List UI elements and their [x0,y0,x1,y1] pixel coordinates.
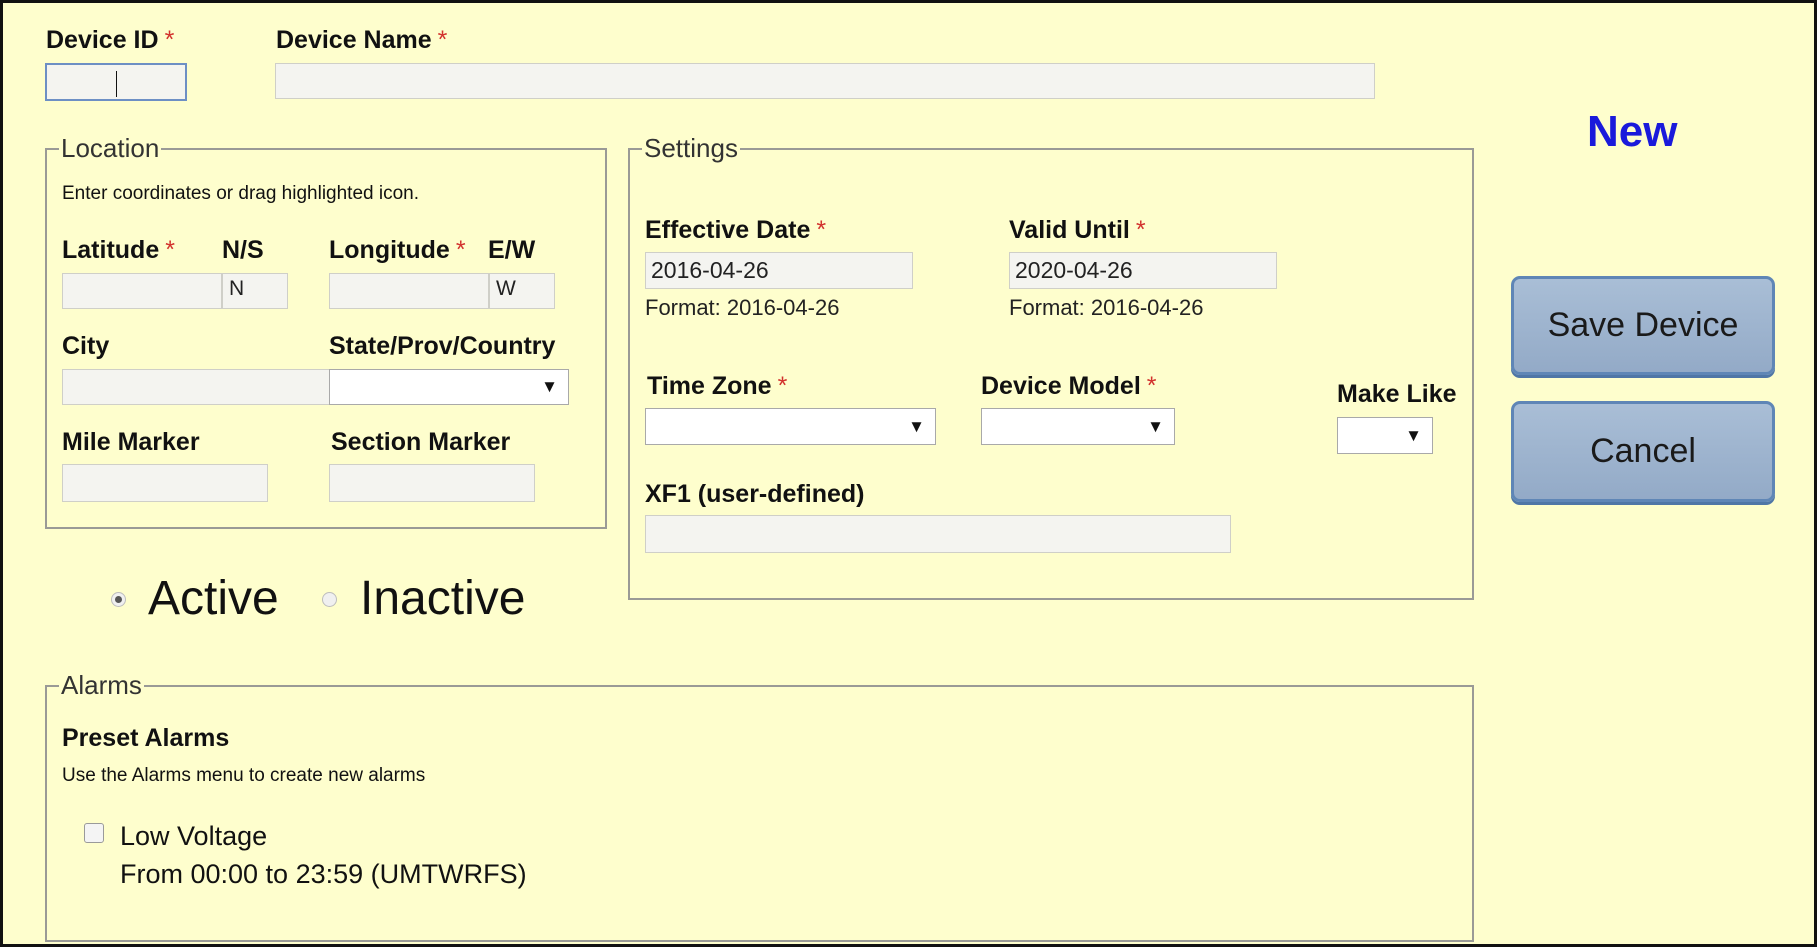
xf1-input[interactable] [645,515,1231,553]
chevron-down-icon: ▼ [1405,425,1422,445]
state-select[interactable]: ▼ [329,369,569,405]
preset-alarms-title: Preset Alarms [62,724,230,752]
ns-input[interactable]: N [222,273,288,309]
effective-date-input[interactable]: 2016-04-26 [645,252,913,289]
device-model-label: Device Model * [981,372,1157,400]
device-id-input[interactable] [45,63,187,101]
section-marker-label: Section Marker [331,428,511,456]
xf1-label: XF1 (user-defined) [645,480,865,508]
ew-input[interactable]: W [489,273,555,309]
device-name-input[interactable] [275,63,1375,99]
low-voltage-schedule: From 00:00 to 23:59 (UMTWRFS) [120,859,527,889]
longitude-label: Longitude * [329,236,466,264]
alarms-legend: Alarms [61,670,142,700]
inactive-radio[interactable] [322,592,337,607]
active-label[interactable]: Active [148,571,279,626]
text-cursor [116,70,117,97]
latitude-input[interactable] [62,273,222,309]
location-hint: Enter coordinates or drag highlighted ic… [62,183,420,204]
time-zone-select[interactable]: ▼ [645,408,936,445]
chevron-down-icon: ▼ [1147,416,1164,436]
city-label: City [62,332,110,360]
alarms-hint: Use the Alarms menu to create new alarms [62,765,426,786]
alarms-group: Alarms [45,670,1474,942]
device-id-label: Device ID * [46,26,175,54]
device-name-label: Device Name * [276,26,448,54]
settings-legend: Settings [644,133,738,163]
latitude-label: Latitude * [62,236,175,264]
chevron-down-icon: ▼ [541,377,558,396]
active-radio[interactable] [111,592,126,607]
make-like-label: Make Like [1337,380,1457,408]
ns-label: N/S [222,236,264,264]
location-legend: Location [61,133,160,163]
valid-until-input[interactable]: 2020-04-26 [1009,252,1277,289]
chevron-down-icon: ▼ [908,416,925,436]
status-label: New [1587,107,1678,156]
time-zone-label: Time Zone * [647,372,788,400]
save-device-button[interactable]: Save Device [1511,276,1775,375]
make-like-select[interactable]: ▼ [1337,417,1433,454]
low-voltage-label[interactable]: Low Voltage [120,821,267,852]
state-label: State/Prov/Country [329,332,556,360]
device-model-select[interactable]: ▼ [981,408,1175,445]
valid-until-format: Format: 2016-04-26 [1009,295,1204,320]
city-input[interactable] [62,369,330,405]
section-marker-input[interactable] [329,464,535,502]
mile-marker-input[interactable] [62,464,268,502]
longitude-input[interactable] [329,273,489,309]
cancel-button[interactable]: Cancel [1511,401,1775,502]
valid-until-label: Valid Until * [1009,216,1146,244]
inactive-label[interactable]: Inactive [360,571,525,626]
effective-date-label: Effective Date * [645,216,827,244]
ew-label: E/W [488,236,536,264]
low-voltage-checkbox[interactable] [84,823,104,843]
device-form: Device ID * Device Name * New Location Ent… [0,0,1817,947]
effective-date-format: Format: 2016-04-26 [645,295,840,320]
mile-marker-label: Mile Marker [62,428,200,456]
